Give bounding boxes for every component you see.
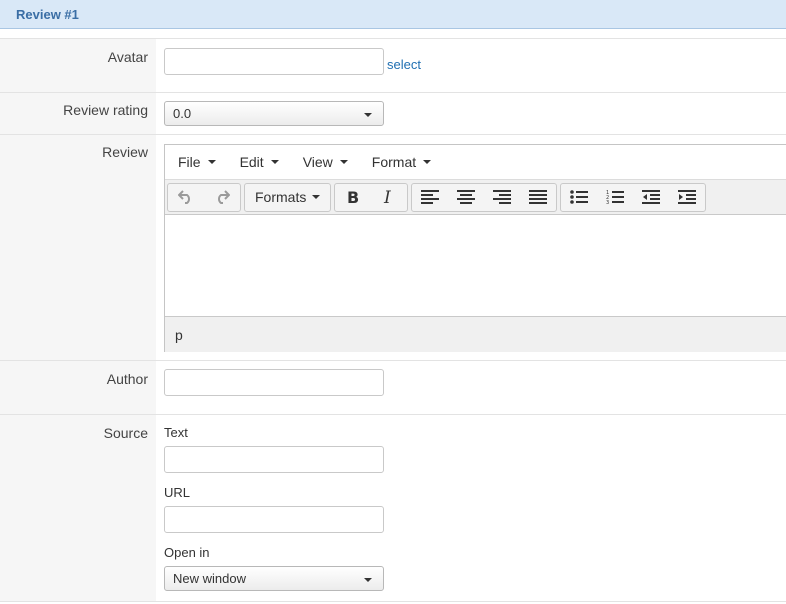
bold-icon: B <box>347 189 359 205</box>
align-center-icon <box>457 190 476 204</box>
avatar-label: Avatar <box>0 39 156 92</box>
source-row: Source Text URL Open in New window <box>0 415 786 602</box>
align-left-icon <box>421 190 440 204</box>
editor-toolbar: Formats B I 1 2 3 <box>165 180 786 215</box>
author-field-container <box>156 361 786 414</box>
indent-icon <box>678 190 697 204</box>
avatar-input[interactable] <box>164 48 384 75</box>
chevron-down-icon <box>423 160 432 164</box>
alignment-group <box>411 182 558 212</box>
menu-edit[interactable]: Edit <box>227 154 290 170</box>
rating-select[interactable]: 0.0 <box>164 101 384 126</box>
chevron-down-icon <box>312 195 321 199</box>
author-row: Author <box>0 361 786 415</box>
open-in-select-value: New window <box>173 571 246 586</box>
rating-field-container: 0.0 <box>156 93 786 134</box>
review-field-container: File Edit View Format Formats B I 1 2 3 … <box>156 135 786 360</box>
align-center-button[interactable] <box>448 184 484 211</box>
undo-icon <box>178 190 190 204</box>
chevron-down-icon <box>364 113 372 117</box>
chevron-down-icon <box>339 160 348 164</box>
avatar-field-container: select <box>156 39 786 92</box>
avatar-select-link[interactable]: select <box>387 57 421 72</box>
element-path[interactable]: p <box>175 327 183 343</box>
source-text-label: Text <box>164 425 188 440</box>
source-url-label: URL <box>164 485 191 500</box>
indent-button[interactable] <box>669 184 705 211</box>
rating-select-value: 0.0 <box>173 106 192 121</box>
align-right-button[interactable] <box>484 184 520 211</box>
menu-file[interactable]: File <box>165 154 227 170</box>
align-left-button[interactable] <box>412 184 448 211</box>
align-right-icon <box>493 190 512 204</box>
bullet-list-icon <box>570 190 589 204</box>
rating-row: Review rating 0.0 <box>0 93 786 135</box>
menu-edit-label: Edit <box>239 154 264 170</box>
chevron-down-icon <box>364 578 372 582</box>
formats-dropdown[interactable]: Formats <box>244 182 332 212</box>
menu-file-label: File <box>178 154 201 170</box>
italic-icon: I <box>383 189 391 205</box>
numbered-list-icon: 123 <box>606 190 625 205</box>
editor-statusbar: p <box>165 316 786 352</box>
redo-button[interactable] <box>204 184 240 211</box>
formats-button[interactable]: Formats <box>245 189 330 205</box>
panel-title: Review #1 <box>16 6 79 22</box>
align-justify-icon <box>529 190 548 204</box>
align-justify-button[interactable] <box>520 184 556 211</box>
author-label: Author <box>0 361 156 414</box>
source-field-container: Text URL Open in New window <box>156 415 786 601</box>
review-label: Review <box>0 135 156 360</box>
source-url-input[interactable] <box>164 506 384 533</box>
review-row: Review File Edit View Format Formats B I… <box>0 135 786 361</box>
text-style-group: B I <box>334 182 409 212</box>
bold-button[interactable]: B <box>335 184 371 211</box>
svg-text:I: I <box>383 189 391 205</box>
author-input[interactable] <box>164 369 384 396</box>
source-label: Source <box>0 415 156 601</box>
svg-text:3: 3 <box>606 200 609 205</box>
rating-label: Review rating <box>0 93 156 134</box>
numbered-list-button[interactable]: 123 <box>597 184 633 211</box>
rich-text-editor: File Edit View Format Formats B I 1 2 3 … <box>164 144 786 352</box>
bullet-list-button[interactable] <box>561 184 597 211</box>
editor-content-area[interactable] <box>165 215 786 316</box>
outdent-icon <box>642 190 661 204</box>
history-group <box>167 182 241 212</box>
redo-icon <box>218 190 230 204</box>
list-indent-group: 123 <box>560 182 707 212</box>
menu-view[interactable]: View <box>290 154 359 170</box>
header-spacer <box>0 29 786 39</box>
menu-format[interactable]: Format <box>359 154 442 170</box>
panel-header: Review #1 <box>0 0 786 29</box>
source-text-input[interactable] <box>164 446 384 473</box>
editor-menubar: File Edit View Format <box>165 145 786 180</box>
avatar-row: Avatar select <box>0 39 786 93</box>
chevron-down-icon <box>207 160 216 164</box>
menu-view-label: View <box>302 154 333 170</box>
italic-button[interactable]: I <box>371 184 407 211</box>
open-in-select[interactable]: New window <box>164 566 384 591</box>
outdent-button[interactable] <box>633 184 669 211</box>
chevron-down-icon <box>270 160 279 164</box>
formats-label: Formats <box>255 189 307 205</box>
undo-button[interactable] <box>168 184 204 211</box>
open-in-label: Open in <box>164 545 210 560</box>
svg-text:B: B <box>347 189 359 205</box>
menu-format-label: Format <box>371 154 417 170</box>
